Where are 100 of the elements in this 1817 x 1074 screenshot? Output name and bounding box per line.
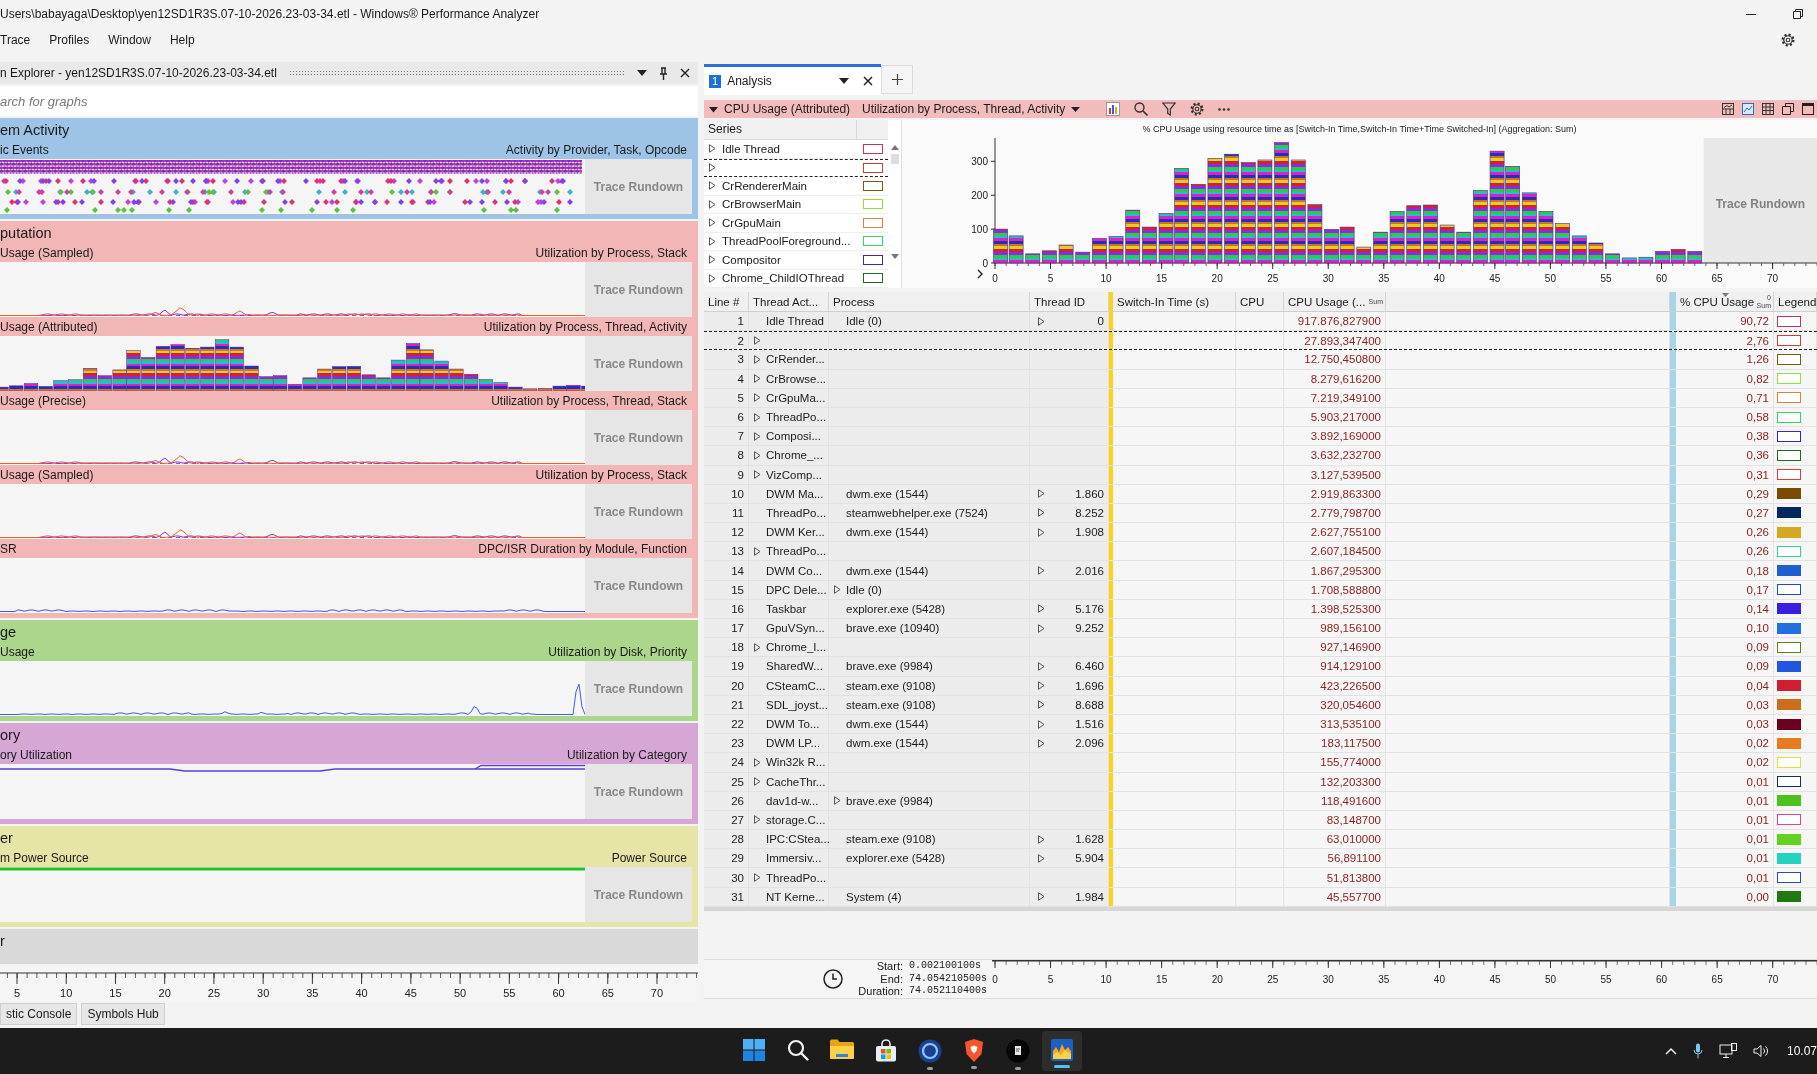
expand-arrow-icon[interactable] — [709, 163, 716, 173]
graph-title[interactable]: Usage (Attributed) — [0, 319, 98, 334]
thread-id: 8.252 — [1075, 506, 1105, 519]
graph-title[interactable]: ic Events — [0, 142, 49, 157]
series-item[interactable]: CrRendererMain — [704, 177, 888, 196]
axis-tick-label: 20 — [1211, 973, 1223, 985]
series-item[interactable]: Chrome_ChildIOThread — [704, 269, 888, 288]
graph-preset[interactable]: Power Source — [611, 850, 687, 865]
line-number: 5 — [737, 391, 744, 404]
graph-preset[interactable]: Utilization by Process, Stack — [535, 245, 687, 260]
pin-icon[interactable] — [659, 66, 668, 80]
restore-icon[interactable] — [1793, 9, 1803, 19]
cpu-percent-value: 0,17 — [1746, 583, 1769, 596]
filter-icon[interactable] — [1162, 102, 1177, 116]
graph-preset[interactable]: Utilization by Process, Stack — [535, 467, 687, 482]
cpu-percent-value: 0,09 — [1746, 660, 1769, 673]
line-number: 6 — [737, 411, 744, 424]
chart-icon — [1051, 1039, 1073, 1061]
expand-arrow-icon[interactable] — [709, 144, 716, 154]
graph-title[interactable]: Usage (Sampled) — [0, 245, 94, 260]
bottom-tab[interactable]: stic Console — [0, 1003, 78, 1025]
graph-preset[interactable]: Utilization by Disk, Priority — [548, 644, 687, 659]
cpu-percent-value: 0,27 — [1746, 506, 1769, 519]
menu-item[interactable]: Trace — [0, 31, 31, 49]
chevron-icon[interactable] — [977, 269, 983, 279]
maximize-icon[interactable] — [1802, 103, 1814, 115]
bottom-tab[interactable]: Symbols Hub — [81, 1003, 165, 1025]
graph-title[interactable]: SR — [0, 541, 17, 556]
axis-tick-label: 70 — [1767, 973, 1779, 985]
graph-preset[interactable]: Utilization by Category — [566, 747, 687, 762]
search-icon[interactable] — [1134, 102, 1149, 116]
graph-title[interactable]: ory Utilization — [0, 747, 73, 762]
chart-bar — [1571, 235, 1587, 264]
menu-item[interactable]: Help — [169, 31, 195, 49]
expand-arrow-icon[interactable] — [709, 255, 716, 265]
line-number: 10 — [731, 487, 744, 500]
graph-preset[interactable]: DPC/ISR Duration by Module, Function — [478, 541, 687, 556]
bar-chart-icon[interactable] — [1106, 102, 1121, 116]
expand-arrow-icon[interactable] — [709, 181, 716, 191]
cpu-percent-value: 90,72 — [1740, 315, 1769, 328]
series-item[interactable] — [704, 158, 888, 177]
expand-arrow-icon[interactable] — [709, 218, 716, 228]
cpu-percent-value: 0,14 — [1746, 602, 1769, 615]
graph-preset[interactable]: Utilization by Process, Thread, Activity — [483, 319, 687, 334]
thread-id: 2.016 — [1075, 564, 1105, 577]
taskbar-button[interactable] — [1042, 1031, 1082, 1071]
expand-arrow-icon[interactable] — [709, 236, 716, 246]
monitor-icon[interactable] — [1718, 1043, 1737, 1059]
line-chart-icon[interactable] — [1742, 103, 1754, 115]
expand-arrow-icon[interactable] — [709, 199, 716, 209]
axis-tick-label: 15 — [109, 987, 122, 999]
menu-item[interactable]: Profiles — [49, 31, 90, 49]
thread-name: ThreadPo... — [766, 871, 827, 884]
thread-id: 5.176 — [1075, 602, 1105, 615]
close-icon[interactable] — [863, 76, 873, 86]
line-number: 3 — [737, 353, 744, 366]
caret-down-icon[interactable] — [637, 70, 647, 76]
expand-arrow-icon[interactable] — [709, 273, 716, 283]
thread-name: dav1d-w... — [766, 794, 819, 807]
axis-tick-label: 40 — [355, 987, 368, 999]
table-icon[interactable] — [1762, 103, 1774, 115]
cpu-percent-value: 0,02 — [1746, 737, 1769, 750]
axis-tick-label: 30 — [257, 987, 270, 999]
axis-tick-label: 0 — [992, 973, 998, 985]
more-icon[interactable] — [1218, 107, 1231, 111]
graph-title: CPU Usage (Attributed) — [724, 102, 851, 116]
graph-preset[interactable]: Utilization by Process, Thread, Stack — [491, 393, 687, 408]
analysis-tab[interactable]: 1 Analysis — [704, 64, 881, 95]
preset-dropdown[interactable]: Utilization by Process, Thread, Activity — [862, 102, 1081, 116]
search-field[interactable]: arch for graphs — [0, 86, 698, 116]
minimize-icon[interactable] — [1746, 13, 1756, 15]
chart-table-icon[interactable] — [1722, 103, 1734, 115]
close-icon[interactable] — [680, 68, 690, 78]
series-item[interactable]: Idle Thread — [704, 140, 888, 159]
cpu-usage-value: 2.779,798700 — [1310, 506, 1381, 519]
clock-time[interactable]: 10.07 — [1786, 1044, 1817, 1058]
new-tab-button[interactable] — [881, 65, 913, 94]
collapse-caret-icon[interactable] — [709, 104, 718, 114]
cpu-percent-value: 0,02 — [1746, 756, 1769, 769]
series-item[interactable]: CrBrowserMain — [704, 195, 888, 214]
series-item[interactable]: ThreadPoolForeground... — [704, 232, 888, 251]
menu-item[interactable]: Window — [108, 31, 151, 49]
series-item[interactable]: CrGpuMain — [704, 214, 888, 233]
settings-icon[interactable] — [1781, 33, 1795, 47]
settings-icon[interactable] — [1190, 102, 1205, 116]
graph-title[interactable]: Usage (Precise) — [0, 393, 87, 408]
series-item[interactable]: Compositor — [704, 251, 888, 270]
graph-title[interactable]: Usage (Sampled) — [0, 467, 94, 482]
chevron-up-icon[interactable] — [1664, 1047, 1677, 1055]
microphone-icon[interactable] — [1692, 1043, 1703, 1059]
graph-title[interactable]: m Power Source — [0, 850, 89, 865]
restore-icon[interactable] — [1782, 103, 1794, 115]
graph-preset[interactable]: Activity by Provider, Task, Opcode — [505, 142, 687, 157]
axis-tick-label: 10 — [60, 987, 73, 999]
axis-tick-label: 30 — [1322, 973, 1334, 985]
caret-down-icon[interactable] — [839, 78, 849, 84]
thread-id: 1.516 — [1075, 718, 1105, 731]
graph-title[interactable]: Usage — [0, 644, 35, 659]
cpu-usage-value: 320,054600 — [1320, 698, 1381, 711]
speaker-icon[interactable] — [1752, 1044, 1769, 1058]
